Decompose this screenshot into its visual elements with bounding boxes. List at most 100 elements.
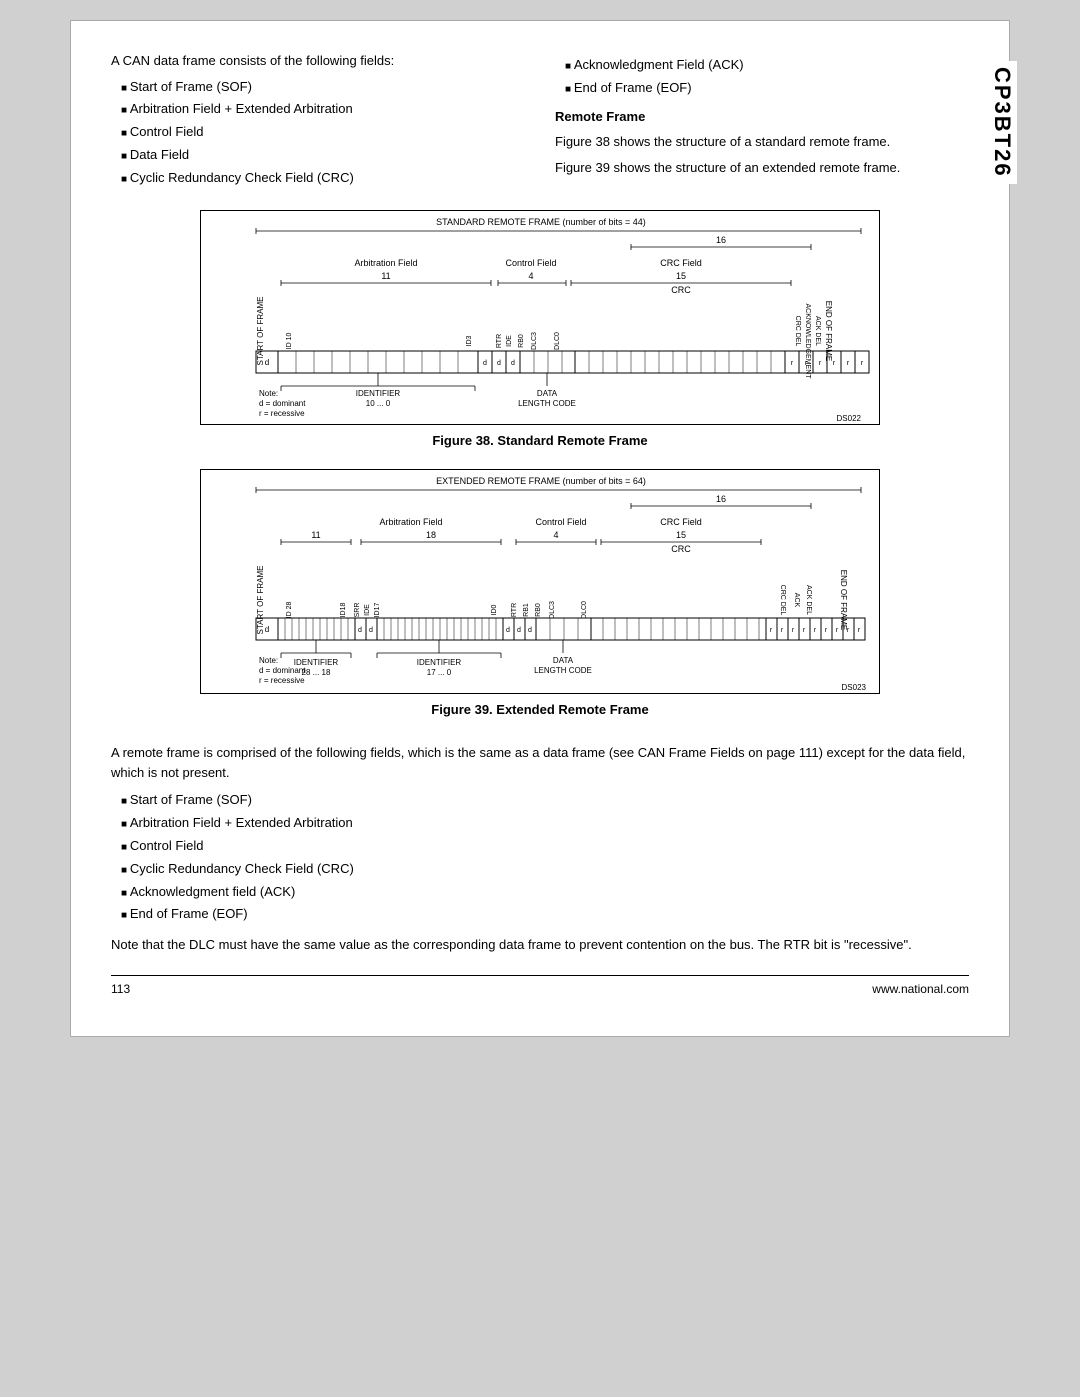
svg-text:Note:: Note: [259, 389, 278, 398]
svg-text:17 ... 0: 17 ... 0 [427, 668, 452, 677]
svg-text:11: 11 [311, 530, 320, 540]
svg-text:15: 15 [676, 530, 686, 540]
svg-text:18: 18 [426, 530, 436, 540]
svg-text:ACK: ACK [793, 593, 800, 608]
svg-text:d: d [517, 627, 521, 634]
bottom-bullet-sof: Start of Frame (SOF) [121, 790, 969, 811]
svg-text:r: r [770, 627, 773, 634]
svg-text:DLC0: DLC0 [581, 601, 588, 619]
right-column: Acknowledgment Field (ACK) End of Frame … [555, 51, 969, 192]
svg-text:16: 16 [716, 494, 726, 504]
svg-text:RTR: RTR [496, 334, 503, 348]
svg-text:r: r [791, 360, 794, 367]
svg-text:CRC DEL: CRC DEL [779, 585, 786, 616]
bottom-intro: A remote frame is comprised of the follo… [111, 743, 969, 782]
svg-text:DATA: DATA [537, 389, 558, 398]
fig39-caption: Figure 39. Extended Remote Frame [111, 700, 969, 720]
svg-text:r: r [825, 627, 828, 634]
svg-text:ID18: ID18 [340, 602, 347, 617]
svg-text:DLC3: DLC3 [549, 601, 556, 619]
svg-text:CRC: CRC [671, 544, 691, 554]
svg-text:ACKNOWLEDGEMENT: ACKNOWLEDGEMENT [804, 304, 811, 380]
svg-text:ACK DEL: ACK DEL [805, 585, 812, 615]
figure-39-block: EXTENDED REMOTE FRAME (number of bits = … [111, 469, 969, 720]
svg-text:d: d [265, 625, 269, 634]
svg-text:r: r [847, 360, 850, 367]
bullet-eof: End of Frame (EOF) [565, 78, 969, 99]
svg-text:r = recessive: r = recessive [259, 676, 305, 685]
remote-frame-desc2: Figure 39 shows the structure of an exte… [555, 158, 969, 178]
svg-text:ACK DEL: ACK DEL [814, 317, 821, 347]
svg-text:END OF FRAME: END OF FRAME [824, 301, 833, 361]
svg-text:Arbitration Field: Arbitration Field [379, 517, 442, 527]
svg-text:DATA: DATA [553, 656, 574, 665]
bullet-crc: Cyclic Redundancy Check Field (CRC) [121, 168, 525, 189]
svg-text:RB0: RB0 [535, 603, 542, 617]
svg-text:SRR: SRR [354, 603, 361, 618]
bottom-bullet-arb: Arbitration Field + Extended Arbitration [121, 813, 969, 834]
svg-text:r: r [819, 360, 822, 367]
right-bullet-list: Acknowledgment Field (ACK) End of Frame … [565, 55, 969, 99]
bottom-bullet-ack: Acknowledgment field (ACK) [121, 882, 969, 903]
dlc-note: Note that the DLC must have the same val… [111, 935, 969, 955]
svg-text:Note:: Note: [259, 656, 278, 665]
svg-text:r: r [781, 627, 784, 634]
svg-text:r: r [833, 360, 836, 367]
bottom-bullet-ctrl: Control Field [121, 836, 969, 857]
bullet-control: Control Field [121, 122, 525, 143]
svg-text:28 ... 18: 28 ... 18 [302, 668, 331, 677]
svg-text:d: d [497, 360, 501, 367]
intro-section: A CAN data frame consists of the followi… [111, 51, 969, 192]
svg-text:r: r [792, 627, 795, 634]
bullet-arbitration: Arbitration Field + Extended Arbitration [121, 99, 525, 120]
svg-text:CRC Field: CRC Field [660, 258, 702, 268]
figure-38-block: STANDARD REMOTE FRAME (number of bits = … [111, 210, 969, 451]
svg-text:r: r [836, 627, 839, 634]
svg-text:d: d [358, 627, 362, 634]
svg-text:r: r [861, 360, 864, 367]
svg-text:r = recessive: r = recessive [259, 409, 305, 418]
svg-text:RB1: RB1 [523, 603, 530, 617]
svg-text:ID3: ID3 [466, 336, 473, 347]
svg-text:11: 11 [381, 271, 390, 281]
svg-text:r: r [803, 627, 806, 634]
remote-frame-heading: Remote Frame [555, 107, 969, 127]
svg-text:RTR: RTR [511, 603, 518, 617]
svg-text:ID 10: ID 10 [286, 333, 293, 350]
left-bullet-list: Start of Frame (SOF) Arbitration Field +… [121, 77, 525, 189]
svg-text:DLC0: DLC0 [554, 332, 561, 350]
bullet-data: Data Field [121, 145, 525, 166]
svg-text:START OF FRAME: START OF FRAME [256, 297, 265, 366]
intro-text: A CAN data frame consists of the followi… [111, 51, 525, 71]
bottom-bullet-crc: Cyclic Redundancy Check Field (CRC) [121, 859, 969, 880]
svg-text:10 ... 0: 10 ... 0 [366, 399, 391, 408]
bottom-bullet-eof: End of Frame (EOF) [121, 904, 969, 925]
svg-text:START OF FRAME: START OF FRAME [256, 566, 265, 635]
ext-remote-frame-diagram: EXTENDED REMOTE FRAME (number of bits = … [200, 469, 880, 694]
svg-text:LENGTH CODE: LENGTH CODE [534, 666, 592, 675]
fig38-caption: Figure 38. Standard Remote Frame [111, 431, 969, 451]
svg-text:Arbitration Field: Arbitration Field [354, 258, 417, 268]
svg-text:16: 16 [716, 235, 726, 245]
std-remote-frame-diagram: STANDARD REMOTE FRAME (number of bits = … [200, 210, 880, 425]
svg-text:d = dominant: d = dominant [259, 666, 306, 675]
bullet-sof: Start of Frame (SOF) [121, 77, 525, 98]
svg-text:CRC DEL: CRC DEL [794, 316, 801, 347]
svg-text:r: r [847, 627, 850, 634]
svg-text:ID0: ID0 [491, 604, 498, 615]
svg-text:IDENTIFIER: IDENTIFIER [417, 658, 462, 667]
svg-text:d: d [511, 360, 515, 367]
svg-text:d = dominant: d = dominant [259, 399, 306, 408]
svg-text:r: r [814, 627, 817, 634]
svg-text:4: 4 [528, 271, 533, 281]
page-number: 113 [111, 982, 130, 996]
svg-text:IDENTIFIER: IDENTIFIER [356, 389, 401, 398]
svg-text:r: r [858, 627, 861, 634]
svg-text:EXTENDED REMOTE FRAME (number: EXTENDED REMOTE FRAME (number of bits = … [436, 476, 646, 486]
svg-text:IDE: IDE [506, 335, 513, 347]
svg-text:d: d [483, 360, 487, 367]
svg-text:d: d [369, 627, 373, 634]
svg-text:DS023: DS023 [842, 683, 867, 692]
svg-text:Control Field: Control Field [535, 517, 586, 527]
svg-text:DS022: DS022 [837, 414, 862, 423]
